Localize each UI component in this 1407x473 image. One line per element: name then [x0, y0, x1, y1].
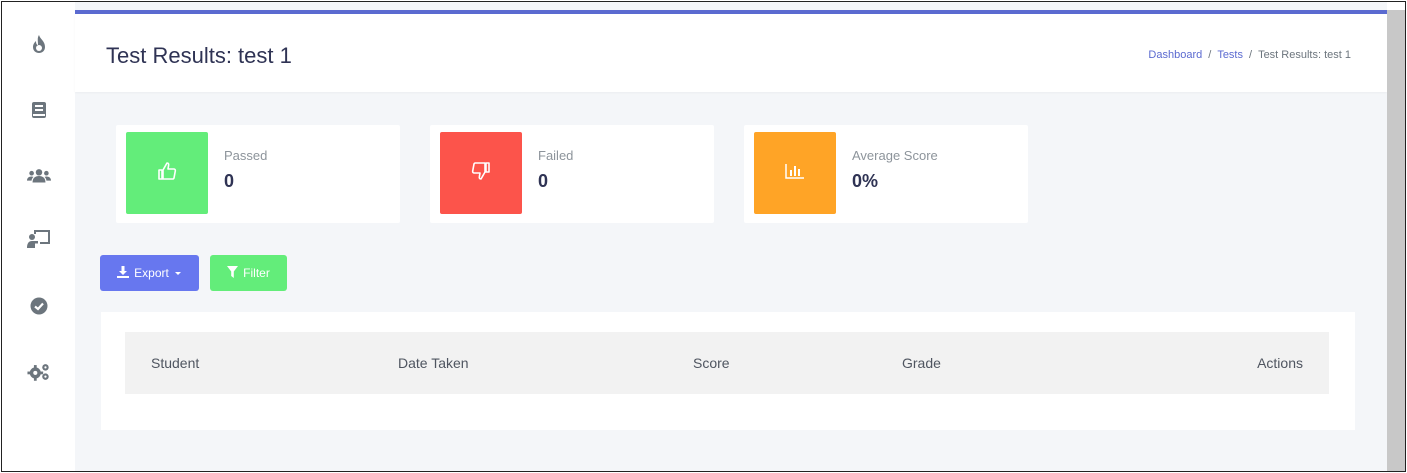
column-header-score[interactable]: Score — [693, 355, 730, 371]
book-icon[interactable] — [27, 98, 51, 122]
column-header-student[interactable]: Student — [151, 355, 199, 371]
stat-label: Failed — [538, 148, 574, 163]
page-header: Test Results: test 1 Dashboard / Tests /… — [75, 14, 1387, 92]
column-header-actions: Actions — [1257, 355, 1303, 371]
download-icon — [117, 265, 130, 281]
users-icon[interactable] — [27, 164, 51, 188]
stat-value: 0 — [224, 171, 235, 191]
filter-icon — [227, 265, 239, 281]
main-content: Test Results: test 1 Dashboard / Tests /… — [75, 2, 1387, 471]
stat-icon-box — [126, 132, 208, 214]
stat-card-failed: Failed 0 — [430, 125, 714, 223]
stat-label: Average Score — [852, 148, 938, 163]
chart-bar-icon — [785, 163, 805, 184]
column-header-date-taken[interactable]: Date Taken — [398, 355, 469, 371]
stat-label: Passed — [224, 148, 268, 163]
thumbs-up-icon — [157, 161, 177, 186]
page-title: Test Results: test 1 — [106, 43, 292, 68]
app-window: Test Results: test 1 Dashboard / Tests /… — [1, 1, 1406, 472]
table-header-row: Student Date Taken Score Grade Actions — [125, 332, 1329, 394]
chalkboard-teacher-icon[interactable] — [27, 227, 51, 251]
breadcrumb-separator: / — [1208, 49, 1212, 61]
sidebar — [2, 2, 75, 471]
stat-value: 0% — [852, 171, 879, 191]
stat-card-average-score: Average Score 0% — [744, 125, 1028, 223]
stat-card-passed: Passed 0 — [116, 125, 400, 223]
cogs-icon[interactable] — [27, 360, 51, 384]
results-table-card: Student Date Taken Score Grade Actions — [101, 312, 1355, 430]
export-label: Export — [134, 266, 169, 280]
vertical-scrollbar[interactable] — [1387, 10, 1405, 471]
check-circle-icon[interactable] — [27, 294, 51, 318]
stat-value: 0 — [538, 171, 549, 191]
breadcrumb-current: Test Results: test 1 — [1258, 49, 1351, 61]
breadcrumb-tests[interactable]: Tests — [1217, 49, 1243, 61]
fire-icon[interactable] — [27, 32, 51, 56]
stat-icon-box — [440, 132, 522, 214]
stat-icon-box — [754, 132, 836, 214]
export-button[interactable]: Export — [100, 255, 199, 291]
breadcrumb-dashboard[interactable]: Dashboard — [1148, 49, 1202, 61]
caret-down-icon — [174, 266, 182, 280]
breadcrumb-separator: / — [1249, 49, 1253, 61]
breadcrumb: Dashboard / Tests / Test Results: test 1 — [1148, 49, 1351, 61]
filter-button[interactable]: Filter — [210, 255, 287, 291]
thumbs-down-icon — [471, 161, 491, 186]
filter-label: Filter — [243, 266, 270, 280]
column-header-grade[interactable]: Grade — [902, 355, 941, 371]
